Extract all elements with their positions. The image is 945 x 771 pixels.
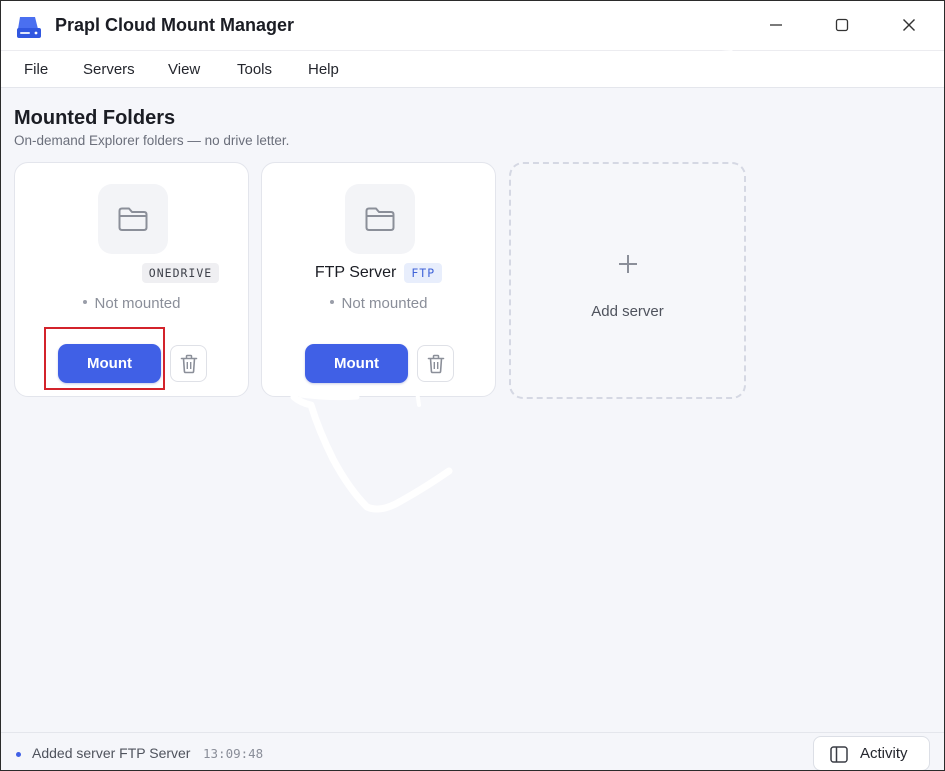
folder-tile (98, 184, 168, 254)
plus-icon (618, 255, 637, 273)
activity-log-time: 13:09:48 (203, 746, 264, 761)
server-card-onedrive: ONEDRIVE Not mounted Mount (14, 162, 249, 397)
server-card-ftp: FTP Server FTP Not mounted Mount (261, 162, 496, 397)
mount-status: Not mounted (262, 295, 495, 312)
minimize-button[interactable] (761, 11, 791, 39)
app-drive-icon (17, 17, 41, 38)
mount-button[interactable]: Mount (58, 344, 161, 383)
page-subtitle: On-demand Explorer folders — no drive le… (14, 133, 290, 148)
status-dot (82, 300, 87, 305)
maximize-button[interactable] (827, 11, 857, 39)
add-plus-wrap (511, 254, 744, 279)
maximize-icon (835, 18, 849, 32)
activity-log-message: Added server FTP Server (32, 745, 191, 761)
log-dot (16, 752, 21, 757)
mount-status: Not mounted (15, 295, 248, 312)
mount-status-text: Not mounted (94, 295, 181, 312)
activity-button[interactable]: Activity (813, 736, 930, 770)
delete-server-button[interactable] (417, 345, 454, 382)
status-bar: Added server FTP Server 13:09:48 Activit… (1, 732, 944, 770)
menu-view[interactable]: View (168, 61, 200, 78)
delete-server-button[interactable] (170, 345, 207, 382)
menu-file[interactable]: File (24, 61, 48, 78)
minimize-icon (770, 24, 782, 26)
folder-tile (345, 184, 415, 254)
mount-button[interactable]: Mount (305, 344, 408, 383)
panel-icon (830, 746, 848, 763)
activity-label: Activity (860, 745, 908, 762)
app-window: Prapl Cloud Mount Manager File Servers V… (0, 0, 945, 771)
mount-status-text: Not mounted (341, 295, 428, 312)
trash-icon (180, 354, 197, 373)
folder-icon (365, 207, 395, 231)
status-dot (329, 300, 334, 305)
window-title: Prapl Cloud Mount Manager (55, 15, 295, 35)
add-server-card[interactable]: Add server (509, 162, 746, 399)
close-icon (903, 19, 915, 31)
folder-icon (118, 207, 148, 231)
menu-help[interactable]: Help (308, 61, 339, 78)
card-name-row: FTP Server FTP (262, 261, 495, 285)
server-type-badge: FTP (404, 263, 443, 283)
server-type-badge: ONEDRIVE (141, 263, 220, 283)
menu-servers[interactable]: Servers (83, 61, 135, 78)
add-server-label: Add server (591, 303, 664, 320)
close-button[interactable] (894, 11, 924, 39)
menu-bar: File Servers View Tools Help (1, 50, 944, 88)
card-name-row: ONEDRIVE (15, 261, 248, 285)
menu-tools[interactable]: Tools (237, 61, 272, 78)
page-title: Mounted Folders (14, 107, 176, 129)
trash-icon (427, 354, 444, 373)
title-bar: Prapl Cloud Mount Manager (1, 1, 944, 50)
server-name: FTP Server (314, 264, 397, 281)
